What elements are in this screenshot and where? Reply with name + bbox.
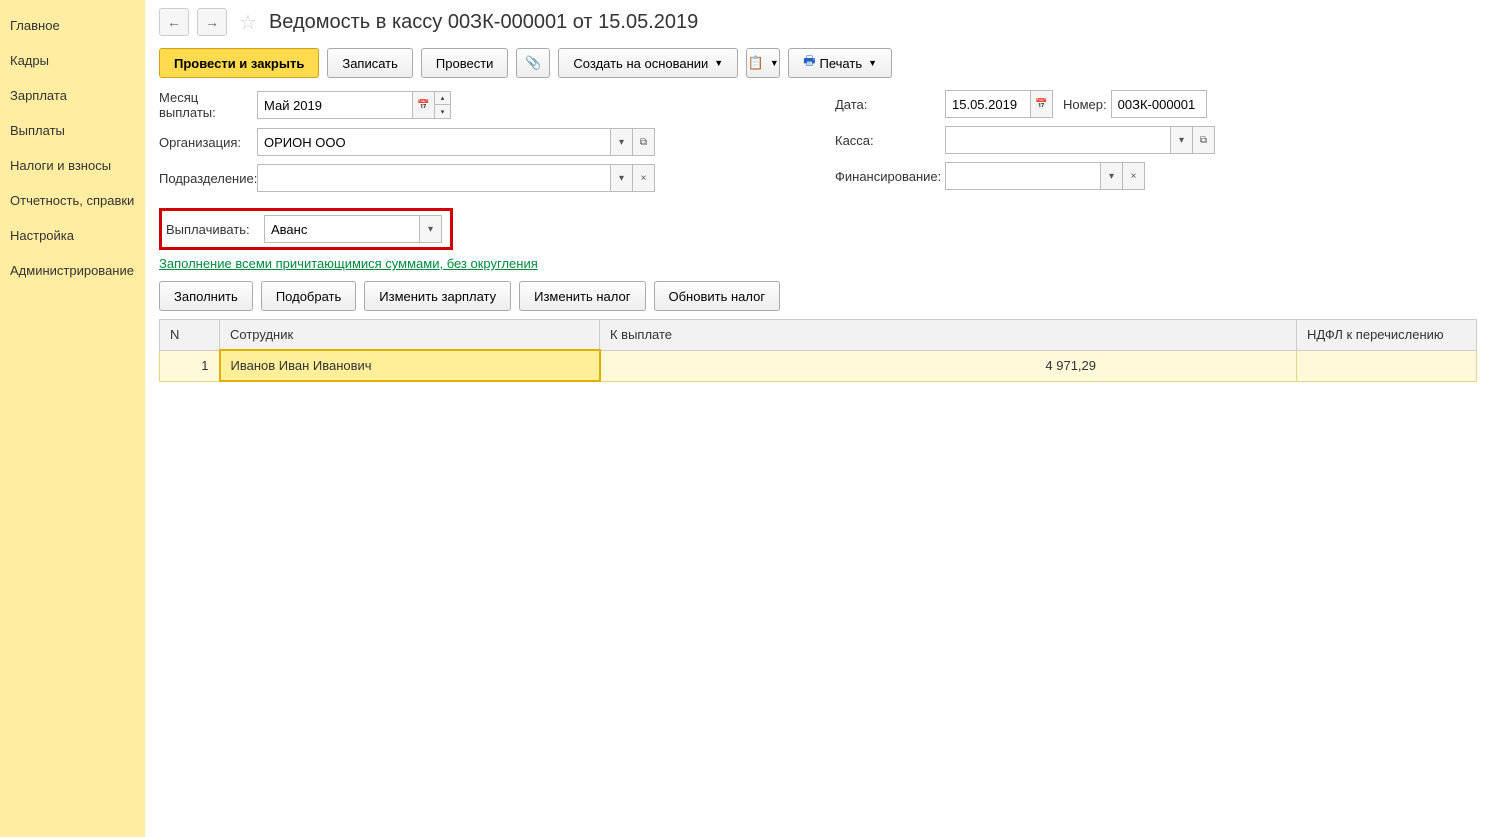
favorite-star-icon[interactable]: ☆ [235,10,261,35]
dept-input[interactable] [257,164,611,192]
pay-type-dropdown-button[interactable]: ▾ [420,215,442,243]
main-content: ← → ☆ Ведомость в кассу 00ЗК-000001 от 1… [145,0,1491,837]
sidebar-item-settings[interactable]: Настройка [0,218,145,253]
kassa-label: Касса: [835,133,945,148]
fin-label: Финансирование: [835,169,945,184]
printer-icon: 🖶 [803,52,815,74]
org-dropdown-button[interactable]: ▾ [611,128,633,156]
cell-pay[interactable]: 4 971,29 [600,350,1297,381]
col-header-ndfl[interactable]: НДФЛ к перечислению [1297,320,1477,351]
month-up-button[interactable]: ▴ [435,91,451,105]
sidebar-item-salary[interactable]: Зарплата [0,78,145,113]
header: ← → ☆ Ведомость в кассу 00ЗК-000001 от 1… [159,8,1477,36]
related-button[interactable]: 📋▼ [746,48,780,78]
update-tax-button[interactable]: Обновить налог [654,281,781,311]
org-input[interactable] [257,128,611,156]
sidebar-item-payments[interactable]: Выплаты [0,113,145,148]
sidebar-item-admin[interactable]: Администрирование [0,253,145,288]
col-header-employee[interactable]: Сотрудник [220,320,600,351]
cell-n[interactable]: 1 [160,350,220,381]
employee-table: N Сотрудник К выплате НДФЛ к перечислени… [159,319,1477,382]
fill-button[interactable]: Заполнить [159,281,253,311]
form-area: Месяц выплаты: 📅 ▴ ▾ Организация: ▾ ⧉ [159,90,1477,200]
dept-label: Подразделение: [159,171,257,186]
create-based-on-button[interactable]: Создать на основании▼ [558,48,738,78]
dept-clear-button[interactable]: × [633,164,655,192]
change-tax-button[interactable]: Изменить налог [519,281,645,311]
sidebar: Главное Кадры Зарплата Выплаты Налоги и … [0,0,145,837]
date-calendar-button[interactable]: 📅 [1031,90,1053,118]
pay-type-input[interactable] [264,215,420,243]
fin-dropdown-button[interactable]: ▾ [1101,162,1123,190]
kassa-dropdown-button[interactable]: ▾ [1171,126,1193,154]
cell-ndfl[interactable] [1297,350,1477,381]
nav-forward-button[interactable]: → [197,8,227,36]
paperclip-icon: 📎 [525,55,541,71]
table-row[interactable]: 1 Иванов Иван Иванович 4 971,29 [160,350,1477,381]
main-toolbar: Провести и закрыть Записать Провести 📎 С… [159,48,1477,78]
fin-input[interactable] [945,162,1101,190]
date-label: Дата: [835,97,945,112]
chevron-down-icon: ▼ [868,58,877,68]
month-label: Месяц выплаты: [159,90,257,120]
month-input[interactable] [257,91,413,119]
print-button[interactable]: 🖶 Печать▼ [788,48,892,78]
month-down-button[interactable]: ▾ [435,105,451,119]
number-label: Номер: [1063,97,1111,112]
fin-clear-button[interactable]: × [1123,162,1145,190]
sidebar-item-main[interactable]: Главное [0,8,145,43]
change-salary-button[interactable]: Изменить зарплату [364,281,511,311]
col-header-pay[interactable]: К выплате [600,320,1297,351]
org-open-button[interactable]: ⧉ [633,128,655,156]
table-header-row: N Сотрудник К выплате НДФЛ к перечислени… [160,320,1477,351]
post-and-close-button[interactable]: Провести и закрыть [159,48,319,78]
sidebar-item-hr[interactable]: Кадры [0,43,145,78]
date-input[interactable] [945,90,1031,118]
fill-mode-link[interactable]: Заполнение всеми причитающимися суммами,… [159,256,538,271]
org-label: Организация: [159,135,257,150]
chevron-down-icon: ▼ [714,58,723,68]
post-button[interactable]: Провести [421,48,509,78]
kassa-open-button[interactable]: ⧉ [1193,126,1215,154]
save-button[interactable]: Записать [327,48,413,78]
pick-button[interactable]: Подобрать [261,281,356,311]
kassa-input[interactable] [945,126,1171,154]
cell-employee[interactable]: Иванов Иван Иванович [220,350,600,381]
nav-back-button[interactable]: ← [159,8,189,36]
table-toolbar: Заполнить Подобрать Изменить зарплату Из… [159,281,1477,311]
page-title: Ведомость в кассу 00ЗК-000001 от 15.05.2… [269,11,698,34]
sidebar-item-taxes[interactable]: Налоги и взносы [0,148,145,183]
number-input[interactable] [1111,90,1207,118]
calendar-button[interactable]: 📅 [413,91,435,119]
dept-dropdown-button[interactable]: ▾ [611,164,633,192]
sidebar-item-reports[interactable]: Отчетность, справки [0,183,145,218]
pay-type-highlight: Выплачивать: ▾ [159,208,453,250]
pay-type-label: Выплачивать: [166,222,264,237]
col-header-n[interactable]: N [160,320,220,351]
chevron-down-icon: ▼ [770,58,779,68]
attach-button[interactable]: 📎 [516,48,550,78]
